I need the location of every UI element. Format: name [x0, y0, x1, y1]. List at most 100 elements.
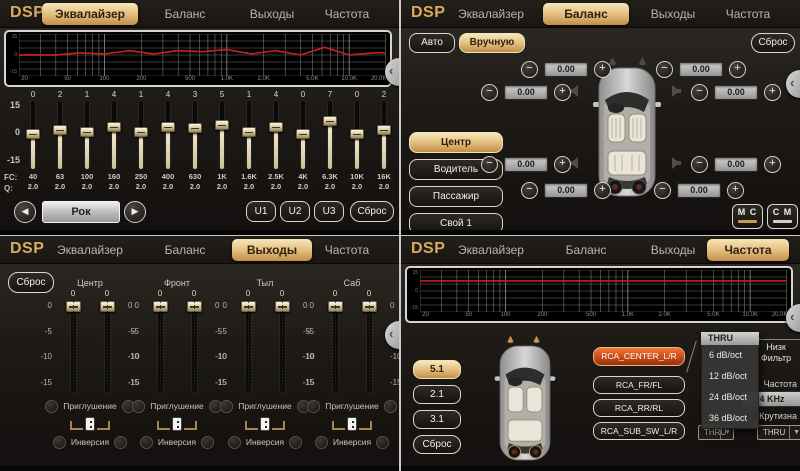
- plus-button[interactable]: +: [764, 156, 781, 173]
- slider-thumb[interactable]: [80, 127, 94, 137]
- tab-balance[interactable]: Баланс: [142, 3, 228, 25]
- slider-thumb[interactable]: [362, 301, 377, 312]
- minus-button[interactable]: −: [481, 84, 498, 101]
- rca-front-button[interactable]: RCA_FR/FL: [593, 376, 685, 394]
- tab-equalizer[interactable]: Эквалайзер: [443, 239, 539, 261]
- outputs-reset-button[interactable]: Сброс: [8, 272, 54, 293]
- eq-band-slider[interactable]: [296, 101, 310, 169]
- eq-band-slider[interactable]: [269, 101, 283, 169]
- slide-out-handle[interactable]: ‹: [786, 70, 800, 98]
- tab-frequency[interactable]: Частота: [707, 3, 789, 25]
- slider-thumb[interactable]: [26, 129, 40, 139]
- link-channels-toggle[interactable]: [155, 416, 199, 433]
- preset-prev-button[interactable]: ◀: [14, 201, 36, 223]
- tab-balance[interactable]: Баланс: [543, 3, 629, 25]
- plus-button[interactable]: +: [727, 182, 744, 199]
- mode-3-1-button[interactable]: 3.1: [413, 410, 461, 429]
- rca-rear-button[interactable]: RCA_RR/RL: [593, 399, 685, 417]
- minus-button[interactable]: −: [691, 84, 708, 101]
- slider-track[interactable]: [333, 300, 338, 392]
- plus-button[interactable]: +: [554, 84, 571, 101]
- slider-track[interactable]: [71, 300, 76, 392]
- rca-center-button[interactable]: RCA_CENTER_L/R: [593, 347, 685, 366]
- slider-thumb[interactable]: [161, 122, 175, 132]
- tab-frequency[interactable]: Частота: [306, 3, 388, 25]
- slider-thumb[interactable]: [53, 125, 67, 135]
- plus-button[interactable]: +: [764, 84, 781, 101]
- slider-thumb[interactable]: [153, 301, 168, 312]
- link-channels-toggle[interactable]: [68, 416, 112, 433]
- invert-left-checkbox[interactable]: [53, 436, 66, 449]
- tab-frequency[interactable]: Частота: [707, 239, 789, 261]
- slider-thumb[interactable]: [323, 116, 337, 126]
- eq-band-slider[interactable]: [80, 101, 94, 169]
- slider-thumb[interactable]: [134, 127, 148, 137]
- slider-thumb[interactable]: [188, 123, 202, 133]
- dropdown-selected-item[interactable]: THRU: [701, 332, 759, 345]
- link-channels-toggle[interactable]: [243, 416, 287, 433]
- tab-equalizer[interactable]: Эквалайзер: [443, 3, 539, 25]
- preset-next-button[interactable]: ▶: [124, 201, 146, 223]
- tab-frequency[interactable]: Частота: [306, 239, 388, 261]
- tab-outputs[interactable]: Выходы: [633, 3, 713, 25]
- auto-button[interactable]: Авто: [409, 33, 455, 53]
- balance-reset-button[interactable]: Сброс: [751, 33, 795, 53]
- minus-button[interactable]: −: [691, 156, 708, 173]
- eq-band-slider[interactable]: [188, 101, 202, 169]
- dropdown-option-24db[interactable]: 24 dB/oct: [709, 392, 758, 402]
- preset-display[interactable]: Рок: [42, 201, 120, 223]
- slider-track[interactable]: [246, 300, 251, 392]
- mute-left-checkbox[interactable]: [132, 400, 145, 413]
- mc-mode-button[interactable]: M C: [732, 204, 763, 229]
- eq-band-slider[interactable]: [215, 101, 229, 169]
- mode-2-1-button[interactable]: 2.1: [413, 385, 461, 404]
- eq-band-slider[interactable]: [242, 101, 256, 169]
- minus-button[interactable]: −: [656, 61, 673, 78]
- mode-5-1-button[interactable]: 5.1: [413, 360, 461, 379]
- rca-sub-button[interactable]: RCA_SUB_SW_L/R: [593, 422, 685, 440]
- slider-thumb[interactable]: [269, 122, 283, 132]
- slider-thumb[interactable]: [377, 125, 391, 135]
- lpf-slope-select[interactable]: THRU▼: [757, 425, 800, 440]
- slider-thumb[interactable]: [328, 301, 343, 312]
- slider-thumb[interactable]: [275, 301, 290, 312]
- slider-track[interactable]: [105, 300, 110, 392]
- tab-balance[interactable]: Баланс: [543, 239, 629, 261]
- tab-equalizer[interactable]: Эквалайзер: [42, 3, 138, 25]
- invert-left-checkbox[interactable]: [228, 436, 241, 449]
- eq-band-slider[interactable]: [323, 101, 337, 169]
- minus-button[interactable]: −: [521, 182, 538, 199]
- position-center-button[interactable]: Центр: [409, 132, 503, 153]
- tab-equalizer[interactable]: Эквалайзер: [42, 239, 138, 261]
- eq-band-slider[interactable]: [377, 101, 391, 169]
- eq-reset-button[interactable]: Сброс: [350, 201, 394, 222]
- slider-thumb[interactable]: [241, 301, 256, 312]
- plus-button[interactable]: +: [594, 61, 611, 78]
- manual-button[interactable]: Вручную: [459, 33, 525, 53]
- slider-thumb[interactable]: [187, 301, 202, 312]
- slider-track[interactable]: [158, 300, 163, 392]
- freq-reset-button[interactable]: Сброс: [413, 435, 461, 454]
- plus-button[interactable]: +: [729, 61, 746, 78]
- slider-thumb[interactable]: [107, 122, 121, 132]
- eq-band-slider[interactable]: [161, 101, 175, 169]
- slider-thumb[interactable]: [66, 301, 81, 312]
- slider-thumb[interactable]: [296, 129, 310, 139]
- slider-thumb[interactable]: [242, 127, 256, 137]
- minus-button[interactable]: −: [481, 156, 498, 173]
- slider-track[interactable]: [280, 300, 285, 392]
- plus-button[interactable]: +: [554, 156, 571, 173]
- slider-track[interactable]: [367, 300, 372, 392]
- memory-u2-button[interactable]: U2: [280, 201, 310, 222]
- tab-outputs[interactable]: Выходы: [232, 3, 312, 25]
- dropdown-option-12db[interactable]: 12 dB/oct: [709, 371, 758, 381]
- mute-left-checkbox[interactable]: [45, 400, 58, 413]
- eq-band-slider[interactable]: [350, 101, 364, 169]
- eq-band-slider[interactable]: [26, 101, 40, 169]
- mute-left-checkbox[interactable]: [220, 400, 233, 413]
- eq-band-slider[interactable]: [107, 101, 121, 169]
- mute-right-checkbox[interactable]: [384, 400, 397, 413]
- invert-left-checkbox[interactable]: [140, 436, 153, 449]
- slider-thumb[interactable]: [350, 129, 364, 139]
- position-passenger-button[interactable]: Пассажир: [409, 186, 503, 207]
